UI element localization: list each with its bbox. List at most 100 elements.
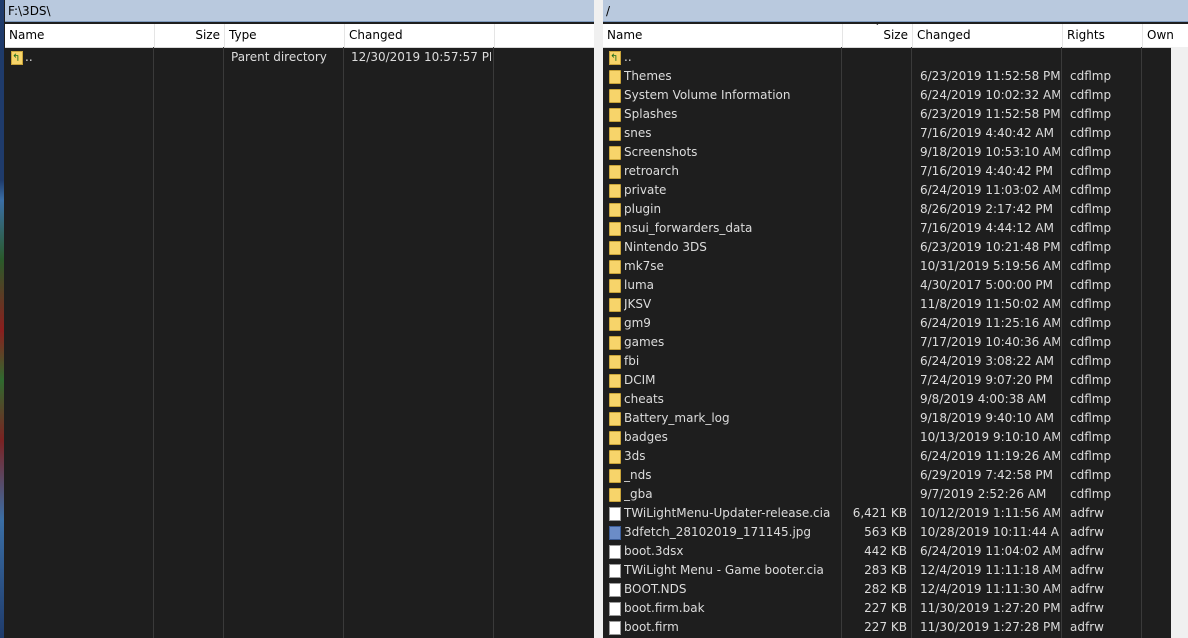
file-rights: cdflmp — [1070, 335, 1112, 349]
table-row[interactable]: nsui_forwarders_data 7/16/2019 4:44:12 AM… — [603, 219, 1188, 238]
file-rights: cdflmp — [1070, 69, 1112, 83]
file-changed: 6/24/2019 11:04:02 AM — [920, 544, 1060, 558]
table-row[interactable]: gm9 6/24/2019 11:25:16 AM cdflmp — [603, 314, 1188, 333]
file-rights — [1070, 48, 1140, 67]
file-rights: adfrw — [1070, 525, 1104, 539]
file-size — [843, 124, 907, 143]
file-rights: cdflmp — [1070, 392, 1112, 406]
folder-icon — [609, 70, 621, 84]
file-name: nsui_forwarders_data — [624, 221, 753, 235]
image-file-icon — [609, 526, 621, 540]
file-changed: 7/16/2019 4:40:42 AM — [920, 126, 1054, 140]
table-row[interactable]: private 6/24/2019 11:03:02 AM cdflmp — [603, 181, 1188, 200]
file-changed: 9/8/2019 4:00:38 AM — [920, 392, 1047, 406]
file-name: DCIM — [624, 373, 656, 387]
file-rights: cdflmp — [1070, 354, 1112, 368]
table-row[interactable]: Nintendo 3DS 6/23/2019 10:21:48 PM cdflmp — [603, 238, 1188, 257]
table-row[interactable]: System Volume Information 6/24/2019 10:02… — [603, 86, 1188, 105]
table-row[interactable]: 3dfetch_28102019_171145.jpg 563 KB 10/28/2… — [603, 523, 1188, 542]
table-row[interactable]: Splashes 6/23/2019 11:52:58 PM cdflmp — [603, 105, 1188, 124]
file-name: BOOT.NDS — [624, 582, 687, 596]
table-row[interactable]: badges 10/13/2019 9:10:10 AM cdflmp — [603, 428, 1188, 447]
folder-icon — [609, 298, 621, 312]
table-row[interactable]: fbi 6/24/2019 3:08:22 AM cdflmp — [603, 352, 1188, 371]
file-changed: 11/30/2019 1:27:20 PM — [920, 601, 1060, 615]
table-row[interactable]: .. Parent directory 12/30/2019 10:57:57 PM — [5, 48, 594, 68]
table-row[interactable]: TWiLightMenu-Updater-release.cia 6,421 KB… — [603, 504, 1188, 523]
table-row[interactable]: boot.firm.bak 227 KB 11/30/2019 1:27:20 PM… — [603, 599, 1188, 618]
local-path-bar[interactable]: F:\3DS\ — [5, 0, 594, 22]
table-row[interactable]: games 7/17/2019 10:40:36 AM cdflmp — [603, 333, 1188, 352]
column-name-header[interactable]: ^ Name — [5, 24, 155, 47]
folder-icon — [609, 184, 621, 198]
column-name-header[interactable]: Name — [603, 24, 843, 47]
sort-descending-icon: v — [875, 24, 880, 29]
table-row[interactable]: DCIM 7/24/2019 9:07:20 PM cdflmp — [603, 371, 1188, 390]
table-row[interactable]: 3ds 6/24/2019 11:19:26 AM cdflmp — [603, 447, 1188, 466]
table-row[interactable]: plugin 8/26/2019 2:17:42 PM cdflmp — [603, 200, 1188, 219]
table-row[interactable]: snes 7/16/2019 4:40:42 AM cdflmp — [603, 124, 1188, 143]
file-rights: cdflmp — [1070, 449, 1112, 463]
file-size — [843, 219, 907, 238]
file-rights: adfrw — [1070, 563, 1104, 577]
table-row[interactable]: _nds 6/29/2019 7:42:58 PM cdflmp — [603, 466, 1188, 485]
file-changed: 6/23/2019 11:52:58 PM — [920, 107, 1060, 121]
file-name: plugin — [624, 202, 662, 216]
vertical-scrollbar[interactable] — [1171, 47, 1188, 638]
file-size — [843, 143, 907, 162]
parent-directory-icon — [11, 49, 23, 68]
column-size-header[interactable]: Size — [155, 24, 225, 47]
panel-splitter[interactable] — [594, 0, 603, 638]
table-row[interactable]: retroarch 7/16/2019 4:40:42 PM cdflmp — [603, 162, 1188, 181]
table-row[interactable]: cheats 9/8/2019 4:00:38 AM cdflmp — [603, 390, 1188, 409]
column-owner-header[interactable]: Own — [1143, 24, 1188, 47]
folder-icon — [609, 127, 621, 141]
folder-icon — [609, 146, 621, 160]
column-changed-header[interactable]: Changed — [913, 24, 1063, 47]
table-row[interactable]: boot.firm 227 KB 11/30/2019 1:27:28 PM adfr… — [603, 618, 1188, 637]
file-size — [843, 238, 907, 257]
folder-icon — [609, 317, 621, 331]
table-row[interactable]: TWiLight Menu - Game booter.cia 283 KB 12/… — [603, 561, 1188, 580]
table-row[interactable]: Screenshots 9/18/2019 10:53:10 AM cdflmp — [603, 143, 1188, 162]
file-size — [843, 485, 907, 504]
column-rights-header[interactable]: Rights — [1063, 24, 1143, 47]
file-name: Battery_mark_log — [624, 411, 730, 425]
table-row[interactable]: BOOT.NDS 282 KB 12/4/2019 11:11:30 AM adfrw — [603, 580, 1188, 599]
table-row[interactable]: boot.3dsx 442 KB 6/24/2019 11:04:02 AM adfr… — [603, 542, 1188, 561]
file-name: boot.firm — [624, 620, 679, 634]
folder-icon — [609, 469, 621, 483]
table-row[interactable]: .. — [603, 48, 1188, 68]
file-name: snes — [624, 126, 652, 140]
table-row[interactable]: luma 4/30/2017 5:00:00 PM cdflmp — [603, 276, 1188, 295]
column-divider — [343, 47, 344, 638]
file-name: TWiLight Menu - Game booter.cia — [624, 563, 824, 577]
column-filler — [495, 24, 594, 47]
file-size — [843, 371, 907, 390]
file-icon — [609, 583, 621, 597]
folder-icon — [609, 431, 621, 445]
table-row[interactable]: JKSV 11/8/2019 11:50:02 AM cdflmp — [603, 295, 1188, 314]
file-name: _nds — [624, 468, 652, 482]
table-row[interactable]: Battery_mark_log 9/18/2019 9:40:10 AM cdfl… — [603, 409, 1188, 428]
file-name: 3ds — [624, 449, 646, 463]
file-name: retroarch — [624, 164, 679, 178]
file-rights: cdflmp — [1070, 183, 1112, 197]
file-size: 283 KB — [864, 563, 907, 577]
column-changed-header[interactable]: Changed — [345, 24, 495, 47]
column-size-header[interactable]: v Size — [843, 24, 913, 47]
column-type-header[interactable]: Type — [225, 24, 345, 47]
table-row[interactable]: _gba 9/7/2019 2:52:26 AM cdflmp — [603, 485, 1188, 504]
file-changed: 8/26/2019 2:17:42 PM — [920, 202, 1054, 216]
file-rights: cdflmp — [1070, 373, 1112, 387]
file-icon — [609, 564, 621, 578]
table-row[interactable]: mk7se 10/31/2019 5:19:56 AM cdflmp — [603, 257, 1188, 276]
file-rights: cdflmp — [1070, 316, 1112, 330]
file-changed: 12/4/2019 11:11:30 AM — [920, 582, 1060, 596]
remote-path-bar[interactable]: / — [603, 0, 1188, 22]
file-rights: adfrw — [1070, 620, 1104, 634]
file-rights: adfrw — [1070, 582, 1104, 596]
file-name: _gba — [624, 487, 653, 501]
table-row[interactable]: Themes 6/23/2019 11:52:58 PM cdflmp — [603, 67, 1188, 86]
file-size — [843, 447, 907, 466]
